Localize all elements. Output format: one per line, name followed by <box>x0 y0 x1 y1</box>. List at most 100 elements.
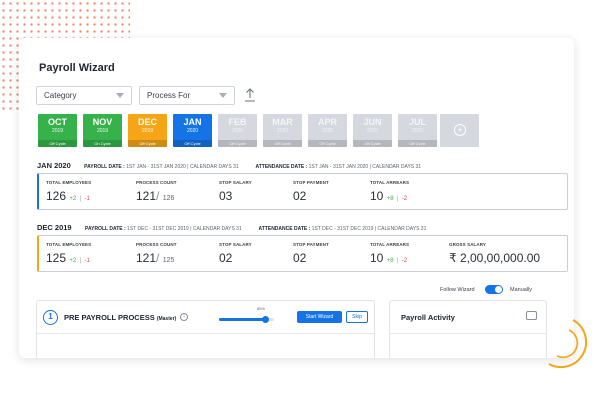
stat-label: STOP SALARY <box>219 180 252 185</box>
month-name: MAR <box>272 117 293 127</box>
dec-process-count: PROCESS COUNT 121/ 125 <box>136 242 177 265</box>
category-select[interactable]: Category <box>36 86 132 105</box>
step-number: 1 <box>43 310 58 325</box>
month-cycle-tag: Off Cycle <box>353 140 392 147</box>
stat-value: 125 <box>46 251 67 265</box>
progress-fill <box>219 318 266 321</box>
month-tile-jan[interactable]: JAN 2020 Off Cycle <box>173 114 212 147</box>
stat-value: 02 <box>293 189 307 203</box>
wizard-toggle[interactable] <box>485 285 503 294</box>
pre-payroll-title-text: PRE PAYROLL PROCESS <box>64 313 155 322</box>
month-year: 2020 <box>276 128 289 134</box>
dec-stop-salary: STOP SALARY 02 <box>219 242 252 265</box>
chat-icon[interactable] <box>526 311 537 320</box>
month-name: DEC <box>137 117 157 127</box>
progress-track <box>219 316 274 323</box>
month-name: JUL <box>408 117 426 127</box>
stat-plus: +8 <box>386 258 394 264</box>
pre-payroll-panel: 1 PRE PAYROLL PROCESS (Master) i 85% Sta… <box>36 300 375 358</box>
dec-summary-header: DEC 2019 PAYROLL DATE : 1ST DEC - 31ST D… <box>37 223 426 232</box>
progress-percent: 85% <box>257 306 266 311</box>
stat-minus: -1 <box>84 196 90 202</box>
ring-decoration <box>548 319 587 369</box>
month-cycle-tag: Off Cycle <box>218 140 257 147</box>
month-cycle-tag: Off Cycle <box>128 140 167 147</box>
chevron-down-icon <box>116 93 124 98</box>
stat-label: STOP PAYMENT <box>293 180 329 185</box>
stat-minus: -1 <box>84 258 90 264</box>
month-year: 2020 <box>366 128 379 134</box>
stat-value: ₹ 2,00,00,000.00 <box>449 251 541 265</box>
month-tile-oct[interactable]: OCT 2019 Off Cycle <box>38 114 77 147</box>
stat-label: TOTAL ARREARS <box>370 180 410 185</box>
month-cycle-tag: Off Cycle <box>263 140 302 147</box>
dec-summary-panel: TOTAL EMPLOYEES 125 +2 | -1 PROCESS COUN… <box>37 235 568 272</box>
dec-stop-payment: STOP PAYMENT 02 <box>293 242 329 265</box>
dec-payroll-date-label: PAYROLL DATE : <box>85 226 126 232</box>
month-name: OCT <box>48 117 67 127</box>
jan-payroll-date-label: PAYROLL DATE : <box>84 164 125 170</box>
month-year: 2020 <box>321 128 334 134</box>
stat-value: 10 <box>370 189 384 203</box>
stat-label: PROCESS COUNT <box>136 242 177 247</box>
month-name: NOV <box>92 117 113 127</box>
jan-month-label: JAN 2020 <box>37 161 71 170</box>
month-tile-nov[interactable]: NOV 2019 On Cycle <box>83 114 122 147</box>
month-tile-mar[interactable]: MAR 2020 Off Cycle <box>263 114 302 147</box>
stat-label: GROSS SALARY <box>449 242 487 247</box>
dec-attendance-date-label: ATTENDANCE DATE : <box>258 226 311 232</box>
dec-attendance-date-value: 1ST DEC - 31ST DEC 2019 | CALENDAR DAYS … <box>311 226 427 232</box>
stat-total: 126 <box>162 195 175 202</box>
dec-total-arrears: TOTAL ARREARS 10 +8 | -2 <box>370 242 410 265</box>
upload-icon[interactable] <box>244 87 256 103</box>
month-cycle-tag: On Cycle <box>83 140 122 147</box>
process-for-select[interactable]: Process For <box>139 86 235 105</box>
jan-stop-payment: STOP PAYMENT 02 <box>293 180 329 203</box>
stat-value: 10 <box>370 251 384 265</box>
stat-minus: -2 <box>401 258 408 264</box>
month-cycle-tag: Off Cycle <box>398 140 437 147</box>
pre-payroll-subtitle: (Master) <box>156 316 177 322</box>
stat-value: 121 <box>136 251 157 265</box>
dec-total-employees: TOTAL EMPLOYEES 125 +2 | -1 <box>46 242 92 265</box>
divider <box>390 333 546 334</box>
follow-wizard-label: Follow Wizard <box>440 287 475 293</box>
month-name: JAN <box>183 117 202 127</box>
stat-label: STOP PAYMENT <box>293 242 329 247</box>
start-wizard-button[interactable]: Start Wizard <box>297 311 342 323</box>
skip-button[interactable]: Skip <box>346 311 368 323</box>
month-name: JUN <box>363 117 382 127</box>
jan-attendance-date-label: ATTENDANCE DATE : <box>255 164 308 170</box>
month-tile-dec[interactable]: DEC 2019 Off Cycle <box>128 114 167 147</box>
stat-value: 126 <box>46 189 67 203</box>
month-tile-jul[interactable]: JUL 2020 Off Cycle <box>398 114 437 147</box>
info-icon[interactable]: i <box>180 313 188 321</box>
chevron-down-icon <box>219 93 227 98</box>
month-year: 2020 <box>186 128 199 134</box>
month-year: 2019 <box>51 128 64 134</box>
month-year: 2020 <box>411 128 424 134</box>
jan-summary-panel: TOTAL EMPLOYEES 126 +2 | -1 PROCESS COUN… <box>37 173 568 210</box>
month-tile-jun[interactable]: JUN 2020 Off Cycle <box>353 114 392 147</box>
month-year: 2020 <box>231 128 244 134</box>
payroll-activity-title: Payroll Activity <box>401 313 455 322</box>
stat-label: PROCESS COUNT <box>136 180 177 185</box>
month-cycle-tag: Off Cycle <box>38 140 77 147</box>
process-for-select-label: Process For <box>147 91 191 100</box>
stat-minus: -2 <box>401 196 408 202</box>
pre-payroll-title: PRE PAYROLL PROCESS (Master) <box>64 313 176 322</box>
month-tile-apr[interactable]: APR 2020 Off Cycle <box>308 114 347 147</box>
stat-label: STOP SALARY <box>219 242 252 247</box>
stat-value: 02 <box>293 251 307 265</box>
jan-payroll-date-value: 1ST JAN - 31ST JAN 2020 | CALENDAR DAYS … <box>126 164 239 170</box>
add-month-button[interactable]: + <box>440 114 479 147</box>
stat-value: 02 <box>219 251 233 265</box>
toggle-knob <box>495 286 502 293</box>
month-tile-feb[interactable]: FEB 2020 Off Cycle <box>218 114 257 147</box>
stat-total: 125 <box>162 257 175 264</box>
stat-value: 121 <box>136 189 157 203</box>
progress-handle <box>262 316 270 323</box>
stat-plus: +2 <box>69 196 77 202</box>
month-name: FEB <box>228 117 247 127</box>
stat-value: 03 <box>219 189 233 203</box>
